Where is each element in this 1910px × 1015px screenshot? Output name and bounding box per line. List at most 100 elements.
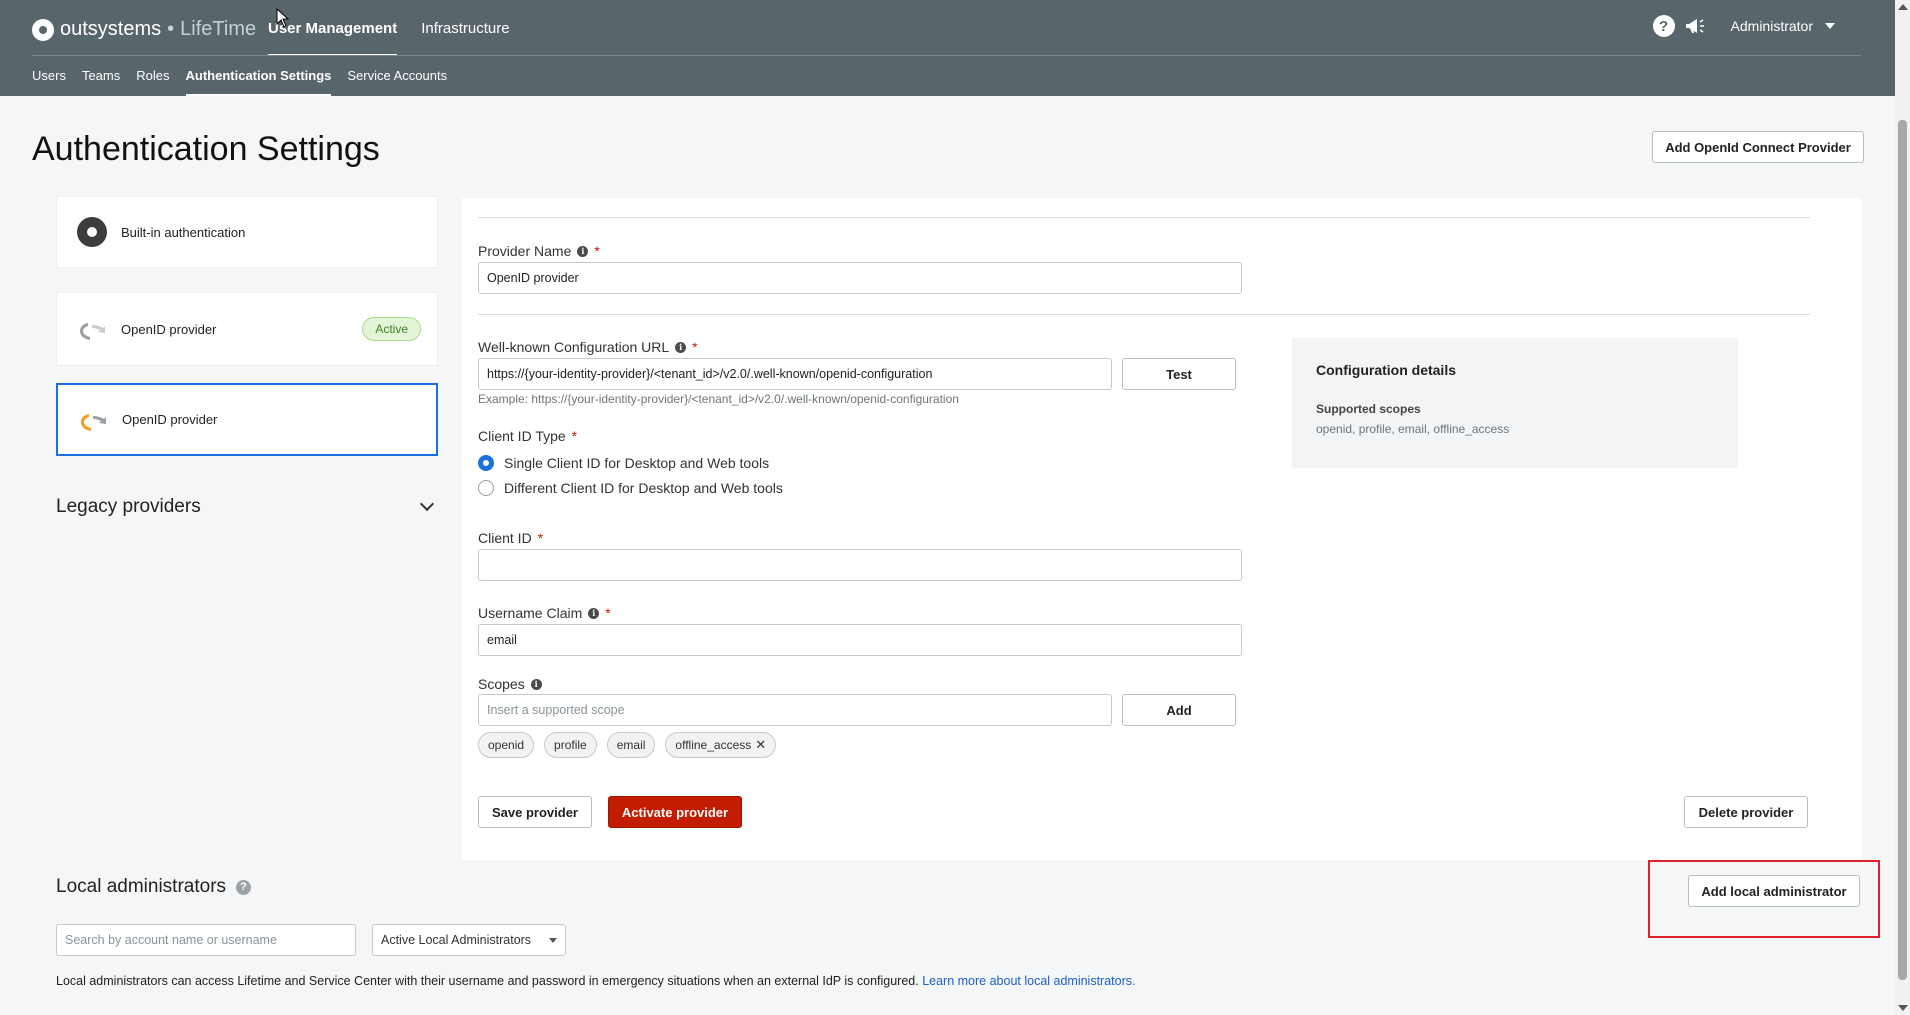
user-menu[interactable]: Administrator [1731, 18, 1835, 34]
chevron-down-icon [419, 496, 435, 512]
add-openid-connect-provider-button[interactable]: Add OpenId Connect Provider [1652, 131, 1864, 163]
header-divider [32, 55, 1861, 56]
username-claim-label-text: Username Claim [478, 605, 583, 621]
learn-more-link[interactable]: Learn more about local administrators. [922, 974, 1135, 988]
sub-nav: Users Teams Roles Authentication Setting… [32, 60, 463, 96]
provider-form-panel: Provider Name i * OpenID provider Well-k… [462, 198, 1862, 860]
provider-card-label: Built-in authentication [121, 224, 246, 240]
scope-chip-label: offline_access [675, 738, 752, 752]
radio-label: Different Client ID for Desktop and Web … [504, 480, 783, 496]
subnav-authentication-settings[interactable]: Authentication Settings [185, 60, 332, 96]
info-icon[interactable]: i [675, 341, 687, 353]
legacy-providers-toggle[interactable]: Legacy providers [56, 496, 438, 518]
status-badge-active: Active [362, 317, 421, 341]
required-mark: * [537, 530, 544, 546]
vertical-scrollbar[interactable] [1895, 0, 1910, 1015]
wellknown-url-label: Well-known Configuration URL i * [478, 339, 698, 355]
subnav-users[interactable]: Users [32, 60, 66, 96]
scope-input[interactable]: Insert a supported scope [478, 694, 1112, 726]
brand-product: LifeTime [180, 18, 257, 40]
radio-single-client-id[interactable]: Single Client ID for Desktop and Web too… [478, 455, 769, 471]
outsystems-logo-icon [32, 18, 54, 41]
scope-chip-email: email [606, 732, 656, 758]
close-icon[interactable]: ✕ [755, 737, 766, 753]
required-mark: * [605, 605, 611, 621]
required-mark: * [571, 428, 578, 444]
supported-scopes-label: Supported scopes [1316, 402, 1421, 416]
local-administrators-note: Local administrators can access Lifetime… [56, 974, 1136, 988]
username-claim-input[interactable]: email [478, 624, 1242, 656]
user-name: Administrator [1730, 18, 1813, 34]
scroll-thumb[interactable] [1898, 120, 1907, 980]
scroll-down-icon[interactable] [1898, 1005, 1908, 1011]
openid-icon [81, 408, 106, 431]
provider-card-label: OpenID provider [122, 412, 218, 427]
username-claim-label: Username Claim i * [478, 605, 611, 621]
admin-filter-value: Active Local Administrators [381, 933, 532, 947]
megaphone-icon[interactable] [1683, 14, 1707, 38]
local-administrators-title: Local administrators ? [56, 876, 252, 898]
subnav-teams[interactable]: Teams [82, 60, 120, 96]
client-id-type-label: Client ID Type * [478, 428, 577, 444]
scroll-up-icon[interactable] [1898, 4, 1908, 10]
provider-name-input[interactable]: OpenID provider [478, 262, 1242, 294]
admin-filter-select[interactable]: Active Local Administrators [372, 924, 566, 956]
scopes-label-text: Scopes [478, 676, 525, 692]
brand-name: outsystems [60, 18, 162, 40]
scopes-label: Scopes i [478, 676, 542, 692]
divider [478, 217, 1810, 218]
configuration-details: Configuration details Supported scopes o… [1292, 338, 1738, 468]
local-administrators-title-text: Local administrators [56, 876, 227, 897]
info-icon[interactable]: i [530, 678, 542, 690]
provider-card-openid-selected[interactable]: OpenID provider [56, 383, 438, 456]
client-id-input[interactable] [478, 549, 1242, 581]
brand-separator: • [167, 18, 175, 40]
provider-name-label-text: Provider Name [478, 243, 572, 259]
provider-name-label: Provider Name i * [478, 243, 600, 259]
radio-checked-icon [478, 455, 494, 471]
subnav-service-accounts[interactable]: Service Accounts [347, 60, 447, 96]
activate-provider-button[interactable]: Activate provider [608, 796, 742, 828]
client-id-label: Client ID * [478, 530, 543, 546]
provider-card-label: OpenID provider [121, 321, 217, 337]
local-administrators-note-text: Local administrators can access Lifetime… [56, 974, 923, 988]
wellknown-url-input[interactable]: https://{your-identity-provider}/<tenant… [478, 358, 1112, 390]
required-mark: * [692, 339, 698, 355]
caret-down-icon [549, 937, 557, 943]
search-admin-input[interactable]: Search by account name or username [56, 924, 356, 956]
save-provider-button[interactable]: Save provider [478, 796, 592, 828]
topnav-infrastructure[interactable]: Infrastructure [421, 0, 509, 56]
brand-logo[interactable]: outsystems • LifeTime [32, 18, 256, 41]
subnav-roles[interactable]: Roles [136, 60, 169, 96]
radio-different-client-id[interactable]: Different Client ID for Desktop and Web … [478, 480, 783, 496]
wellknown-url-example: Example: https://{your-identity-provider… [478, 392, 959, 406]
client-id-label-text: Client ID [478, 530, 532, 546]
client-id-type-label-text: Client ID Type [478, 428, 566, 444]
top-nav: User Management Infrastructure [268, 0, 534, 56]
scope-chips: openid profile email offline_access ✕ [478, 732, 786, 758]
add-scope-button[interactable]: Add [1122, 694, 1236, 726]
radio-unchecked-icon [478, 480, 494, 496]
openid-icon [80, 318, 105, 340]
info-icon[interactable]: i [588, 607, 600, 619]
scope-chip-offline-access: offline_access ✕ [665, 732, 777, 758]
help-icon[interactable]: ? [1652, 15, 1675, 37]
scope-chip-openid: openid [478, 732, 535, 758]
required-mark: * [594, 243, 600, 259]
test-button[interactable]: Test [1122, 358, 1236, 390]
divider [478, 314, 1810, 315]
provider-card-openid-active[interactable]: OpenID provider Active [56, 292, 438, 366]
help-circle-icon[interactable]: ? [236, 879, 252, 895]
page-title: Authentication Settings [32, 130, 380, 168]
header-actions: ? Administrator [1652, 14, 1835, 38]
supported-scopes-value: openid, profile, email, offline_access [1316, 422, 1510, 436]
provider-card-builtin[interactable]: Built-in authentication [56, 196, 438, 268]
configuration-details-title: Configuration details [1316, 362, 1456, 378]
caret-down-icon [1825, 23, 1835, 29]
mouse-cursor-icon [276, 8, 290, 28]
delete-provider-button[interactable]: Delete provider [1684, 796, 1808, 828]
wellknown-url-label-text: Well-known Configuration URL [478, 339, 670, 355]
legacy-providers-label: Legacy providers [56, 496, 201, 517]
info-icon[interactable]: i [577, 245, 589, 257]
radio-label: Single Client ID for Desktop and Web too… [504, 455, 770, 471]
